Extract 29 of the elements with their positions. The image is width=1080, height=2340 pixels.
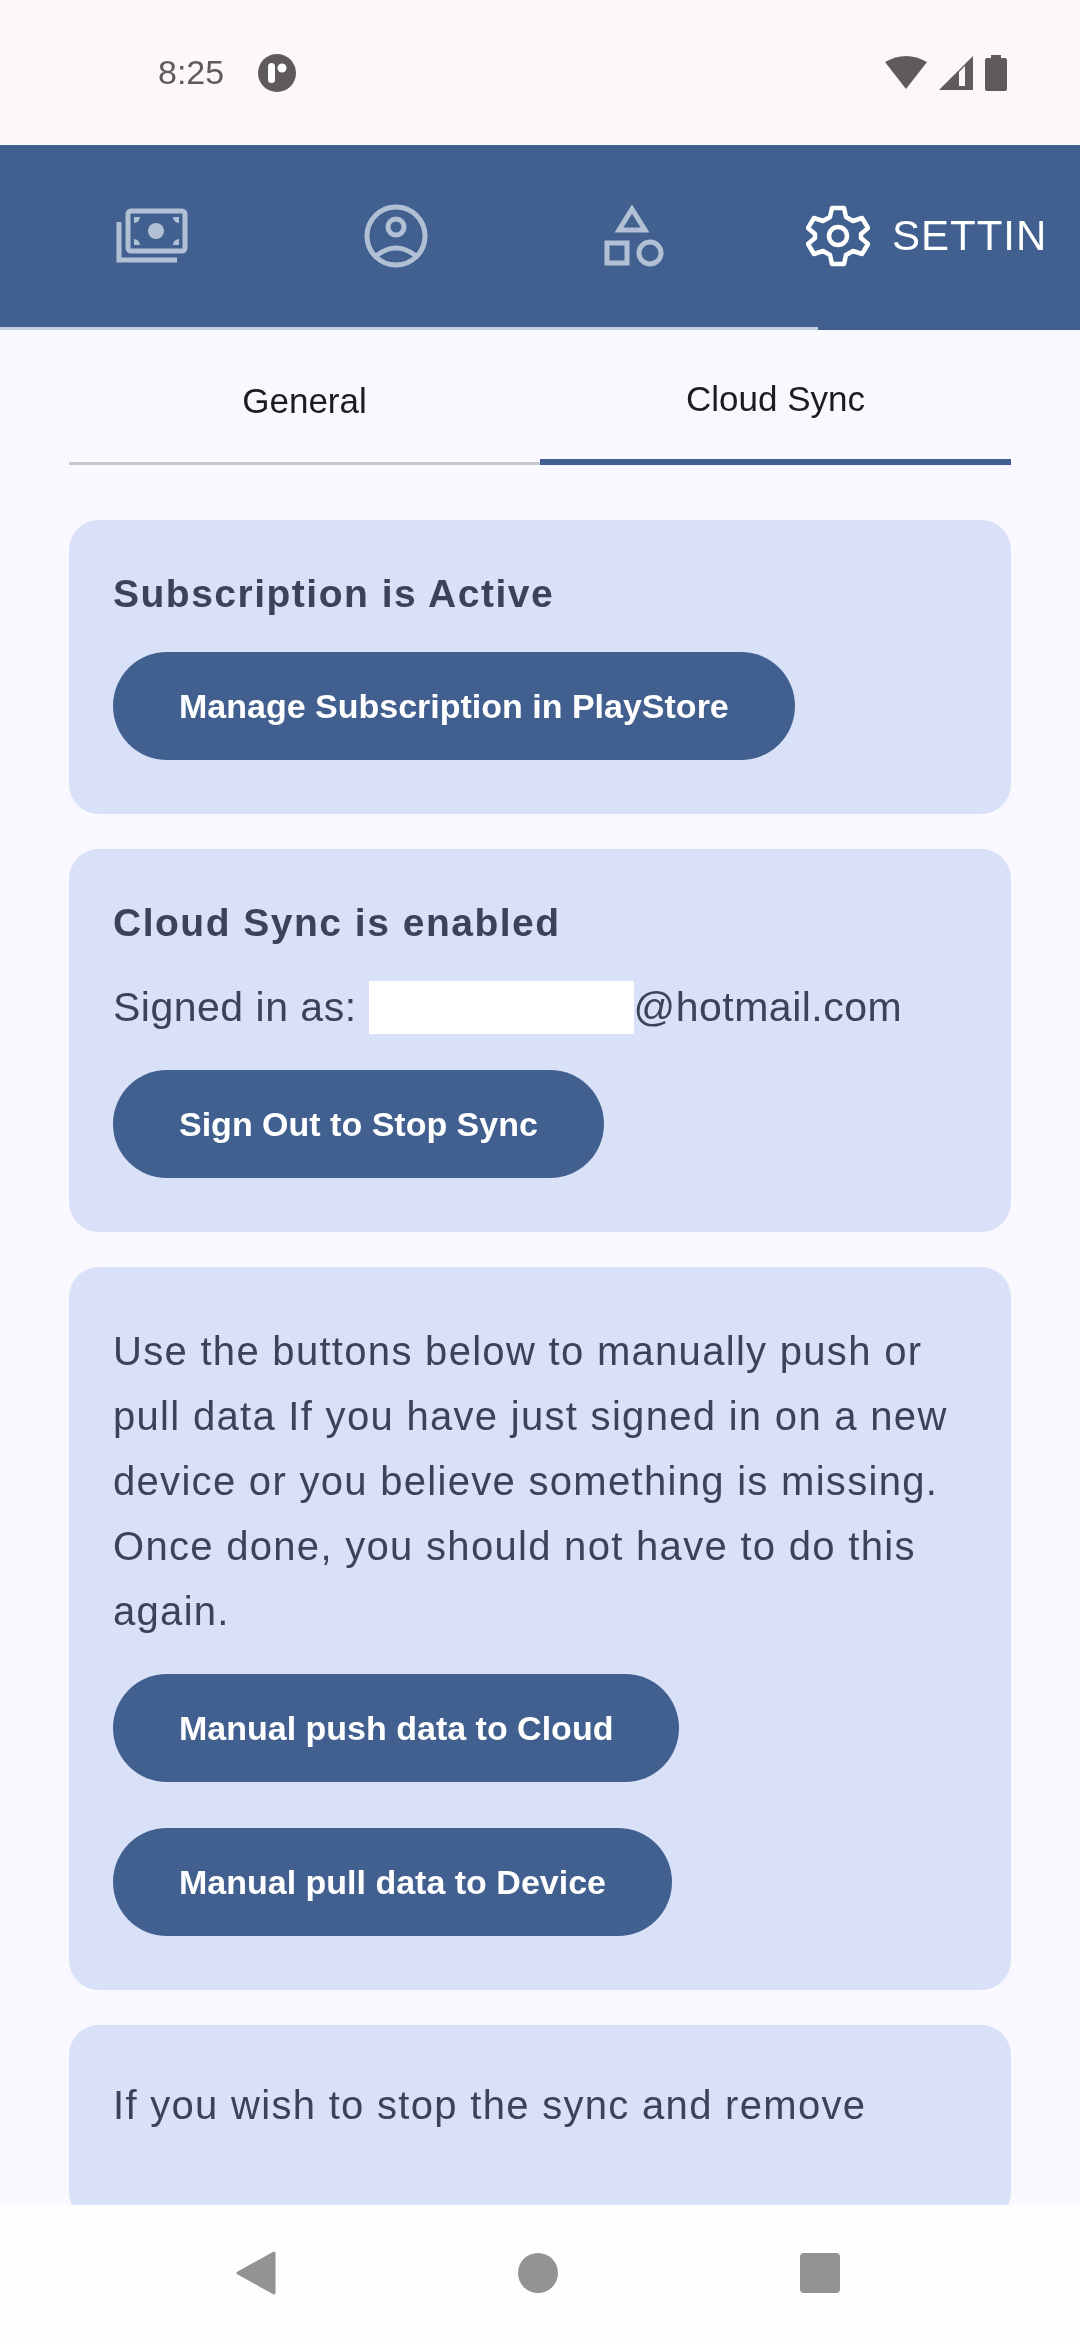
- nav-tab[interactable]: SETTIN: [806, 204, 1048, 268]
- status-time: 8:25: [158, 53, 225, 92]
- app-notification-icon: [258, 53, 297, 92]
- recents-icon: [800, 2252, 840, 2293]
- account-icon: [364, 204, 428, 268]
- nav-tab[interactable]: [604, 205, 666, 267]
- info-paragraph: Once done, you should not have to do this again.: [113, 1523, 917, 1635]
- shapes-icon: [604, 205, 666, 267]
- wifi-icon: [885, 55, 927, 90]
- action-button[interactable]: Manual push data to Cloud: [113, 1674, 680, 1782]
- info-paragraph: If you wish to stop the sync and remove: [113, 2082, 867, 2129]
- nav-tab[interactable]: [116, 208, 188, 264]
- sub-tab[interactable]: General: [69, 330, 540, 465]
- banknote-icon: [116, 208, 188, 264]
- nav-tab[interactable]: [364, 204, 428, 268]
- info-paragraph: Use the buttons below to manually push or pull data If you have just signed in on a new device or you believe something is missing.: [113, 1328, 949, 1505]
- action-button[interactable]: Manual pull data to Device: [113, 1828, 672, 1936]
- back-icon: [236, 2250, 276, 2295]
- battery-icon: [985, 54, 1007, 91]
- home-icon: [518, 2252, 558, 2293]
- sub-tab[interactable]: Cloud Sync: [540, 330, 1011, 465]
- action-button[interactable]: Manage Subscription in PlayStore: [113, 652, 795, 760]
- settings-icon: [806, 204, 870, 268]
- signal-icon: [939, 55, 973, 90]
- action-button[interactable]: Sign Out to Stop Sync: [113, 1070, 604, 1178]
- signed-in-label: Signed in as:: [113, 984, 357, 1031]
- email-domain: @hotmail.com: [633, 984, 903, 1031]
- card-title: Cloud Sync is enabled: [113, 901, 561, 945]
- card-title: Subscription is Active: [113, 572, 555, 616]
